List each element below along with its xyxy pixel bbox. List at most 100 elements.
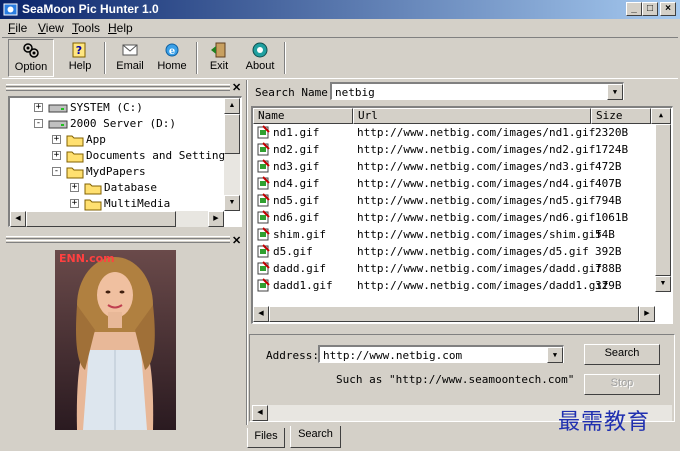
folder-tree[interactable]: + SYSTEM (C:) - 2000 Server (D:) + App +… xyxy=(8,96,242,227)
scroll-down-icon[interactable]: ▼ xyxy=(655,276,671,292)
expand-icon[interactable]: + xyxy=(70,183,79,192)
row-size: 54B xyxy=(595,228,615,241)
site-watermark: 最需教育 xyxy=(558,410,651,435)
option-button[interactable]: Option xyxy=(8,39,54,77)
email-button[interactable]: Email xyxy=(110,39,150,77)
preview-pane-close-icon[interactable]: ✕ xyxy=(232,234,241,247)
folder-icon xyxy=(66,151,84,163)
gif-file-icon xyxy=(257,125,270,139)
tab-files[interactable]: Files xyxy=(247,428,285,448)
scroll-up-icon[interactable]: ▲ xyxy=(224,98,240,114)
results-list[interactable]: Name Url Size ▲ nd1.gif http://www.netbig… xyxy=(251,106,673,324)
row-url: http://www.netbig.com/images/dadd1.gif xyxy=(357,279,609,292)
maximize-button[interactable]: □ xyxy=(642,2,658,16)
row-url: http://www.netbig.com/images/nd1.gif xyxy=(357,126,596,139)
help-icon: ? xyxy=(72,42,86,58)
column-header-url[interactable]: Url xyxy=(353,108,591,124)
list-vertical-scrollbar[interactable]: ▼ xyxy=(655,124,671,292)
scroll-left-icon[interactable]: ◀ xyxy=(252,405,268,421)
toolbar-separator xyxy=(284,42,286,74)
table-row[interactable]: nd6.gif http://www.netbig.com/images/nd6.… xyxy=(253,209,657,226)
preview-photo: ENN.com xyxy=(55,250,176,430)
table-row[interactable]: shim.gif http://www.netbig.com/images/shi… xyxy=(253,226,657,243)
scroll-down-icon[interactable]: ▼ xyxy=(224,195,240,211)
search-name-combo[interactable]: netbig ▼ xyxy=(330,82,624,100)
chevron-down-icon[interactable]: ▼ xyxy=(547,347,563,363)
chevron-down-icon[interactable]: ▼ xyxy=(607,84,623,100)
close-button[interactable]: × xyxy=(660,2,676,16)
minimize-button[interactable]: _ xyxy=(626,2,642,16)
drive-icon xyxy=(48,104,68,113)
row-size: 1061B xyxy=(595,211,629,224)
tree-pane-grip[interactable] xyxy=(6,84,230,87)
row-name: nd5.gif xyxy=(273,194,320,207)
expand-icon[interactable]: + xyxy=(52,151,61,160)
exit-button[interactable]: Exit xyxy=(202,39,236,77)
gif-file-icon xyxy=(257,210,270,224)
collapse-icon[interactable]: - xyxy=(52,167,61,176)
table-row[interactable]: nd5.gif http://www.netbig.com/images/nd5.… xyxy=(253,192,657,209)
scroll-thumb[interactable] xyxy=(655,124,671,276)
search-button[interactable]: Search xyxy=(584,344,660,365)
column-header-name[interactable]: Name xyxy=(253,108,353,124)
menu-help[interactable]: Help xyxy=(108,21,133,35)
address-combo[interactable]: http://www.netbig.com ▼ xyxy=(318,345,564,363)
row-url: http://www.netbig.com/images/shim.gif xyxy=(357,228,603,241)
scroll-thumb[interactable] xyxy=(269,306,639,322)
table-row[interactable]: dadd1.gif http://www.netbig.com/images/da… xyxy=(253,277,657,294)
table-row[interactable]: nd4.gif http://www.netbig.com/images/nd4.… xyxy=(253,175,657,192)
table-row[interactable]: nd3.gif http://www.netbig.com/images/nd3.… xyxy=(253,158,657,175)
list-horizontal-scrollbar[interactable]: ◀ ▶ xyxy=(253,306,655,322)
column-header-size[interactable]: Size xyxy=(591,108,651,124)
folder-icon xyxy=(84,199,102,211)
expand-icon[interactable]: + xyxy=(34,103,43,112)
home-button[interactable]: e Home xyxy=(152,39,192,77)
folder-icon xyxy=(66,167,84,179)
preview-pane-grip[interactable] xyxy=(6,240,230,243)
scroll-left-icon[interactable]: ◀ xyxy=(253,306,269,322)
table-row[interactable]: d5.gif http://www.netbig.com/images/d5.gi… xyxy=(253,243,657,260)
expand-icon[interactable]: + xyxy=(52,135,61,144)
scroll-left-icon[interactable]: ◀ xyxy=(10,211,26,227)
about-button[interactable]: About xyxy=(240,39,280,77)
scroll-thumb[interactable] xyxy=(224,114,240,154)
address-hint: Such as "http://www.seamoontech.com" xyxy=(336,373,575,386)
tab-search[interactable]: Search xyxy=(290,426,341,448)
gif-file-icon xyxy=(257,193,270,207)
scroll-right-icon[interactable]: ▶ xyxy=(639,306,655,322)
row-name: dadd.gif xyxy=(273,262,326,275)
scroll-right-icon[interactable]: ▶ xyxy=(208,211,224,227)
gif-file-icon xyxy=(257,278,270,292)
pane-splitter[interactable] xyxy=(246,80,248,425)
row-url: http://www.netbig.com/images/nd2.gif xyxy=(357,143,596,156)
tree-pane-close-icon[interactable]: ✕ xyxy=(232,81,241,94)
toolbar-separator xyxy=(196,42,198,74)
menu-tools[interactable]: Tools xyxy=(72,21,100,35)
search-name-input[interactable]: netbig xyxy=(335,86,375,99)
help-button[interactable]: ? Help xyxy=(60,39,100,77)
address-input[interactable]: http://www.netbig.com xyxy=(323,349,462,362)
tree-vertical-scrollbar[interactable]: ▲ ▼ xyxy=(224,98,240,211)
menu-view[interactable]: View xyxy=(38,21,64,35)
row-size: 794B xyxy=(595,194,622,207)
tree-pane-grip[interactable] xyxy=(6,88,230,91)
menu-file[interactable]: File xyxy=(8,21,27,35)
table-row[interactable]: nd1.gif http://www.netbig.com/images/nd1.… xyxy=(253,124,657,141)
svg-text:e: e xyxy=(169,46,175,57)
tree-horizontal-scrollbar[interactable]: ◀ ▶ xyxy=(10,211,224,227)
row-url: http://www.netbig.com/images/nd4.gif xyxy=(357,177,596,190)
search-name-label: Search Name: xyxy=(255,86,335,99)
row-name: shim.gif xyxy=(273,228,326,241)
toolbar: Option ? Help Email e Home Exit About xyxy=(2,37,678,79)
row-size: 2320B xyxy=(595,126,629,139)
scroll-thumb[interactable] xyxy=(26,211,176,227)
expand-icon[interactable]: + xyxy=(70,199,79,208)
scroll-up-icon[interactable]: ▲ xyxy=(651,108,671,124)
row-size: 329B xyxy=(595,279,622,292)
row-name: nd1.gif xyxy=(273,126,320,139)
table-row[interactable]: nd2.gif http://www.netbig.com/images/nd2.… xyxy=(253,141,657,158)
collapse-icon[interactable]: - xyxy=(34,119,43,128)
stop-button[interactable]: Stop xyxy=(584,374,660,395)
preview-pane-grip[interactable] xyxy=(6,236,230,239)
table-row[interactable]: dadd.gif http://www.netbig.com/images/dad… xyxy=(253,260,657,277)
